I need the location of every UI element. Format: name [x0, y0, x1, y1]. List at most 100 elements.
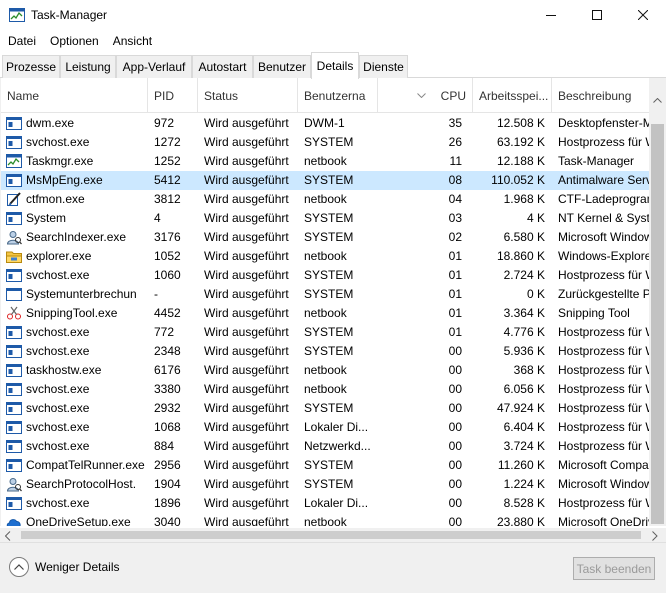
- table-row[interactable]: taskhostw.exe 6176 Wird ausgeführt netbook 0…: [1, 361, 649, 380]
- cell-status: Wird ausgeführt: [204, 249, 289, 263]
- cell-status: Wird ausgeführt: [204, 116, 289, 130]
- table-row[interactable]: svchost.exe 884 Wird ausgeführt Netzwerkd..…: [1, 437, 649, 456]
- table-row[interactable]: SearchIndexer.exe 3176 Wird ausgeführt SYST…: [1, 228, 649, 247]
- cell-status: Wird ausgeführt: [204, 420, 289, 434]
- tab-dienste[interactable]: Dienste: [359, 55, 408, 78]
- cell-name: svchost.exe: [26, 268, 90, 282]
- window-icon: [6, 116, 22, 131]
- table-row[interactable]: svchost.exe 3380 Wird ausgeführt netbook 00 6…: [1, 380, 649, 399]
- menu-ansicht[interactable]: Ansicht: [106, 31, 159, 52]
- cell-desc: Microsoft OneDrive Setup: [558, 515, 649, 526]
- cell-cpu: 03: [448, 211, 462, 225]
- cell-status: Wird ausgeführt: [204, 173, 289, 187]
- cell-user: Netzwerkd...: [304, 439, 371, 453]
- menu-datei[interactable]: Datei: [1, 31, 43, 52]
- cell-cpu: 00: [448, 401, 462, 415]
- table-row[interactable]: explorer.exe 1052 Wird ausgeführt netbook 01…: [1, 247, 649, 266]
- cell-status: Wird ausgeführt: [204, 192, 289, 206]
- cell-mem: 18.860 K: [496, 249, 545, 263]
- cell-user: Lokaler Di...: [304, 496, 369, 510]
- cell-cpu: 04: [448, 192, 462, 206]
- cell-desc: Hostprozess für Windows-Dienste: [558, 268, 649, 282]
- end-task-button[interactable]: Task beenden: [573, 557, 655, 580]
- tab-leistung[interactable]: Leistung: [60, 55, 116, 78]
- maximize-button[interactable]: [574, 0, 620, 31]
- table-row[interactable]: svchost.exe 1272 Wird ausgeführt SYSTEM 26 63…: [1, 133, 649, 152]
- column-header-user[interactable]: Benutzerna: [298, 78, 378, 113]
- tab-autostart[interactable]: Autostart: [192, 55, 253, 78]
- vertical-scroll-thumb[interactable]: [651, 124, 664, 524]
- chevron-up-icon[interactable]: [9, 557, 29, 577]
- minimize-button[interactable]: [528, 0, 574, 31]
- tab-app-verlauf[interactable]: App-Verlauf: [116, 55, 192, 78]
- cell-cpu: 35: [448, 116, 462, 130]
- person-icon: [6, 477, 22, 492]
- cell-status: Wird ausgeführt: [204, 458, 289, 472]
- table-header: Name PID Status Benutzerna CPU Arbeitssp…: [1, 78, 649, 113]
- cell-mem: 0 K: [526, 287, 545, 301]
- cell-desc: Hostprozess für Windows-Dienste: [558, 135, 649, 149]
- cell-mem: 8.528 K: [503, 496, 545, 510]
- window-title: Task-Manager: [31, 8, 108, 22]
- column-header-name[interactable]: Name: [1, 78, 148, 113]
- horizontal-scroll-thumb[interactable]: [21, 531, 641, 539]
- fewer-details-link[interactable]: Weniger Details: [35, 560, 119, 574]
- window-icon: [6, 439, 22, 454]
- cell-user: netbook: [304, 515, 347, 526]
- window-icon: [6, 458, 22, 473]
- table-row[interactable]: svchost.exe 1896 Wird ausgeführt Lokaler Di…: [1, 494, 649, 513]
- cell-name: svchost.exe: [26, 439, 90, 453]
- column-header-pid[interactable]: PID: [148, 78, 198, 113]
- table-row[interactable]: System 4 Wird ausgeführt SYSTEM 03 4 K NT Kern…: [1, 209, 649, 228]
- cell-name: svchost.exe: [26, 496, 90, 510]
- cell-pid: 3176: [154, 230, 181, 244]
- cell-mem: 11.260 K: [497, 458, 545, 472]
- column-header-memory[interactable]: Arbeitsspei...: [473, 78, 552, 113]
- horizontal-scrollbar[interactable]: [0, 528, 666, 542]
- vertical-scrollbar[interactable]: [649, 78, 666, 526]
- table-row[interactable]: MsMpEng.exe 5412 Wird ausgeführt SYSTEM 08 11…: [1, 171, 649, 190]
- column-header-description[interactable]: Beschreibung: [552, 78, 649, 113]
- table-row[interactable]: svchost.exe 2348 Wird ausgeführt SYSTEM 00 5.…: [1, 342, 649, 361]
- tab-benutzer[interactable]: Benutzer: [253, 55, 311, 78]
- table-row[interactable]: Systemunterbrechun - Wird ausgeführt SYSTEM…: [1, 285, 649, 304]
- table-row[interactable]: ctfmon.exe 3812 Wird ausgeführt netbook 04 1.…: [1, 190, 649, 209]
- cell-status: Wird ausgeführt: [204, 135, 289, 149]
- tab-details[interactable]: Details: [311, 52, 359, 79]
- column-header-status[interactable]: Status: [198, 78, 298, 113]
- table-row[interactable]: svchost.exe 772 Wird ausgeführt SYSTEM 01 4.7…: [1, 323, 649, 342]
- close-button[interactable]: [620, 0, 666, 31]
- cell-user: Lokaler Di...: [304, 420, 369, 434]
- scroll-up-icon[interactable]: [653, 92, 662, 106]
- cell-user: netbook: [304, 192, 347, 206]
- cell-cpu: 00: [448, 515, 462, 526]
- cell-name: explorer.exe: [26, 249, 92, 263]
- table-row[interactable]: CompatTelRunner.exe 2956 Wird ausgeführt SY…: [1, 456, 649, 475]
- cell-desc: Hostprozess für Windows-Dienste: [558, 344, 649, 358]
- table-row[interactable]: svchost.exe 2932 Wird ausgeführt SYSTEM 00 47…: [1, 399, 649, 418]
- cell-pid: 1068: [154, 420, 181, 434]
- cell-desc: Task-Manager: [558, 154, 635, 168]
- cell-desc: Microsoft Compatibility Telemetry: [558, 458, 649, 472]
- cell-desc: Hostprozess für Windows-Aufgaben: [558, 363, 649, 377]
- cell-status: Wird ausgeführt: [204, 211, 289, 225]
- table-row[interactable]: svchost.exe 1060 Wird ausgeführt SYSTEM 01 2.…: [1, 266, 649, 285]
- menu-optionen[interactable]: Optionen: [43, 31, 106, 52]
- title-bar: Task-Manager: [0, 0, 666, 31]
- cell-status: Wird ausgeführt: [204, 382, 289, 396]
- cell-mem: 110.052 K: [491, 173, 545, 187]
- table-row[interactable]: SnippingTool.exe 4452 Wird ausgeführt netbo…: [1, 304, 649, 323]
- table-row[interactable]: SearchProtocolHost. 1904 Wird ausgeführt SY…: [1, 475, 649, 494]
- cell-pid: 5412: [154, 173, 181, 187]
- tab-prozesse[interactable]: Prozesse: [2, 55, 60, 78]
- table-row[interactable]: svchost.exe 1068 Wird ausgeführt Lokaler Di…: [1, 418, 649, 437]
- cell-user: netbook: [304, 154, 347, 168]
- table-row[interactable]: dwm.exe 972 Wird ausgeführt DWM-1 35 12.508 K…: [1, 114, 649, 133]
- table-row[interactable]: OneDriveSetup.exe 3040 Wird ausgeführt netb…: [1, 513, 649, 526]
- cell-name: svchost.exe: [26, 382, 90, 396]
- table-row[interactable]: Taskmgr.exe 1252 Wird ausgeführt netbook 11 1…: [1, 152, 649, 171]
- cell-mem: 47.924 K: [496, 401, 545, 415]
- cell-mem: 5.936 K: [503, 344, 545, 358]
- cell-desc: NT Kernel & System: [558, 211, 649, 225]
- cell-cpu: 00: [448, 458, 462, 472]
